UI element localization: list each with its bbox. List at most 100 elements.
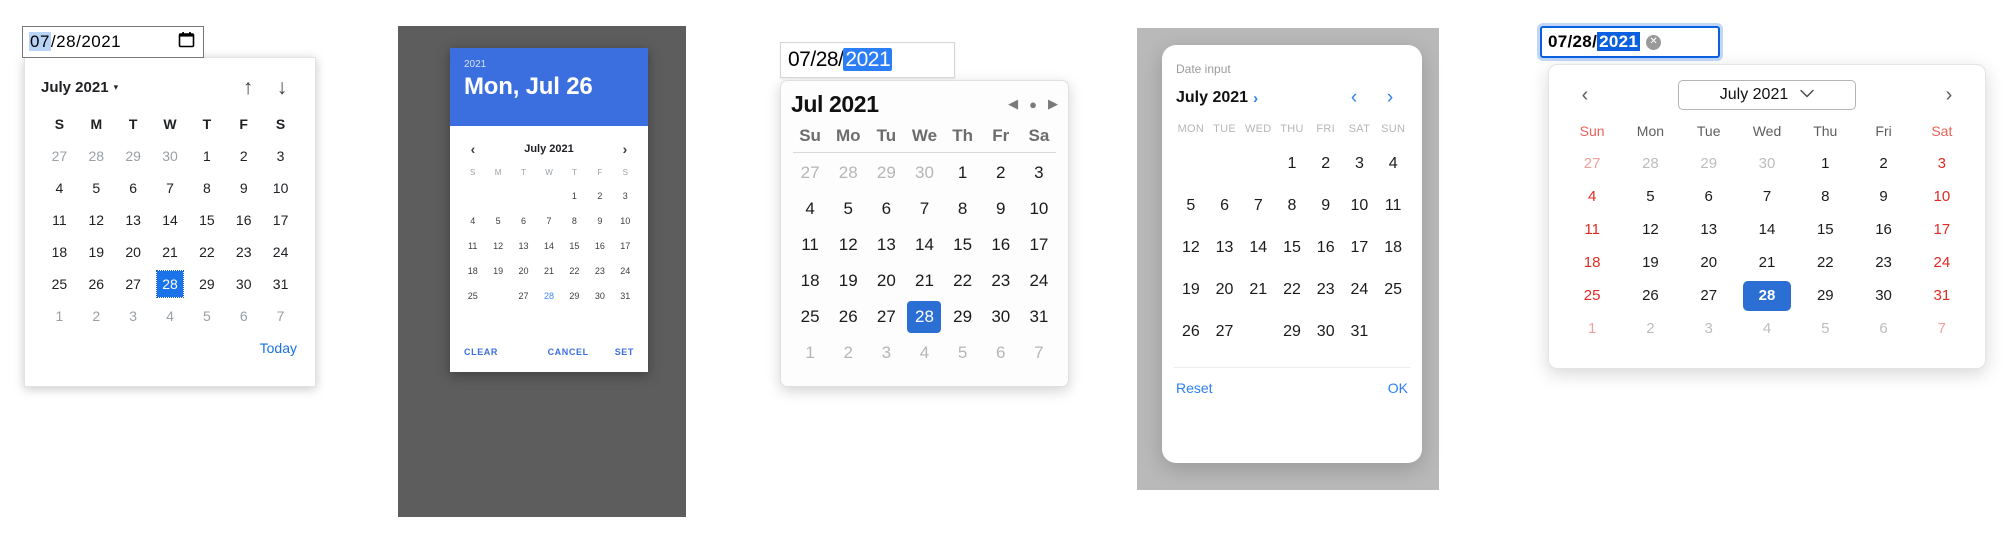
day-cell[interactable]: 2 xyxy=(225,140,262,172)
day-cell[interactable]: 10 xyxy=(262,172,299,204)
header-date-label[interactable]: Mon, Jul 26 xyxy=(464,72,634,102)
day-cell[interactable]: 3 xyxy=(1343,143,1377,185)
day-cell[interactable]: 9 xyxy=(982,191,1020,227)
prev-month-chevron-icon[interactable]: ‹ xyxy=(1563,84,1607,107)
day-cell[interactable]: 22 xyxy=(188,236,225,268)
day-cell[interactable]: 19 xyxy=(1174,269,1208,311)
prev-month-triangle-icon[interactable]: ◀ xyxy=(1008,96,1018,112)
day-cell[interactable]: 27 xyxy=(867,299,905,335)
date-segment-day[interactable]: 28 xyxy=(816,48,839,71)
day-cell[interactable]: 15 xyxy=(944,227,982,263)
day-cell[interactable]: 6 xyxy=(982,335,1020,371)
day-cell[interactable]: 22 xyxy=(562,259,587,284)
day-cell[interactable]: 27 xyxy=(1680,279,1738,312)
day-cell[interactable]: 18 xyxy=(1376,227,1410,269)
day-cell[interactable]: 3 xyxy=(115,300,152,332)
day-cell[interactable]: 5 xyxy=(188,300,225,332)
next-month-triangle-icon[interactable]: ▶ xyxy=(1048,96,1058,112)
day-cell[interactable]: 10 xyxy=(1343,185,1377,227)
day-cell[interactable]: 1 xyxy=(1275,143,1309,185)
day-cell[interactable]: 18 xyxy=(791,263,829,299)
day-cell[interactable]: 23 xyxy=(1309,269,1343,311)
day-cell[interactable]: 3 xyxy=(1680,312,1738,345)
day-cell[interactable]: 13 xyxy=(1208,227,1242,269)
next-month-chevron-icon[interactable]: › xyxy=(1927,84,1971,107)
day-cell[interactable]: 13 xyxy=(1680,213,1738,246)
day-cell[interactable]: 8 xyxy=(1796,180,1854,213)
day-cell[interactable]: 20 xyxy=(115,236,152,268)
day-cell[interactable]: 21 xyxy=(1241,269,1275,311)
day-cell-selected[interactable]: 28 xyxy=(905,299,943,335)
day-cell[interactable]: 31 xyxy=(262,268,299,300)
day-cell[interactable]: 28 xyxy=(78,140,115,172)
day-cell[interactable]: 29 xyxy=(1680,147,1738,180)
date-segment-month[interactable]: 07 xyxy=(29,32,51,51)
day-cell[interactable]: 29 xyxy=(1796,279,1854,312)
day-cell[interactable]: 14 xyxy=(1738,213,1796,246)
next-month-chevron-icon[interactable]: › xyxy=(1372,87,1408,109)
day-cell[interactable]: 27 xyxy=(115,268,152,300)
day-cell[interactable]: 31 xyxy=(1913,279,1971,312)
day-cell[interactable]: 19 xyxy=(1621,246,1679,279)
day-cell[interactable]: 7 xyxy=(905,191,943,227)
day-cell[interactable]: 25 xyxy=(1376,269,1410,311)
day-cell[interactable]: 30 xyxy=(587,284,612,309)
set-button[interactable]: SET xyxy=(615,347,634,357)
date-segment-month[interactable]: 07 xyxy=(1548,32,1568,51)
day-cell[interactable]: 12 xyxy=(829,227,867,263)
day-cell[interactable]: 9 xyxy=(1854,180,1912,213)
day-cell[interactable]: 1 xyxy=(1563,312,1621,345)
day-cell[interactable]: 12 xyxy=(1621,213,1679,246)
day-cell[interactable]: 27 xyxy=(1563,147,1621,180)
day-cell[interactable]: 27 xyxy=(791,155,829,191)
month-year-select[interactable]: July 2021 xyxy=(1678,80,1856,110)
day-cell[interactable]: 28 xyxy=(1621,147,1679,180)
date-segment-year[interactable]: 2021 xyxy=(81,32,121,51)
day-cell[interactable]: 8 xyxy=(1275,185,1309,227)
day-cell[interactable]: 19 xyxy=(78,236,115,268)
day-cell[interactable]: 30 xyxy=(1854,279,1912,312)
day-cell[interactable]: 11 xyxy=(791,227,829,263)
day-cell[interactable]: 5 xyxy=(1174,185,1208,227)
day-cell[interactable]: 6 xyxy=(1208,185,1242,227)
day-cell[interactable]: 5 xyxy=(485,209,510,234)
day-cell[interactable]: 14 xyxy=(1241,227,1275,269)
day-cell[interactable]: 29 xyxy=(562,284,587,309)
day-cell[interactable]: 8 xyxy=(944,191,982,227)
day-cell[interactable]: 4 xyxy=(1376,143,1410,185)
day-cell[interactable]: 4 xyxy=(41,172,78,204)
reset-button[interactable]: Reset xyxy=(1176,380,1213,396)
day-cell[interactable]: 21 xyxy=(1738,246,1796,279)
day-cell[interactable]: 22 xyxy=(1796,246,1854,279)
day-cell[interactable]: 4 xyxy=(1738,312,1796,345)
date-segment-year[interactable]: 2021 xyxy=(1597,32,1641,51)
today-button[interactable]: Today xyxy=(41,340,299,356)
header-year-label[interactable]: 2021 xyxy=(464,58,634,72)
day-cell[interactable]: 21 xyxy=(905,263,943,299)
day-cell[interactable]: 1 xyxy=(562,184,587,209)
day-cell[interactable]: 3 xyxy=(262,140,299,172)
day-cell[interactable]: 5 xyxy=(829,191,867,227)
date-segment-year[interactable]: 2021 xyxy=(843,48,893,71)
day-cell[interactable]: 14 xyxy=(152,204,189,236)
day-cell[interactable]: 12 xyxy=(78,204,115,236)
day-cell[interactable]: 19 xyxy=(829,263,867,299)
day-cell[interactable]: 3 xyxy=(613,184,638,209)
day-cell[interactable]: 4 xyxy=(905,335,943,371)
day-cell-selected[interactable]: 26 xyxy=(485,284,510,309)
day-cell[interactable]: 26 xyxy=(78,268,115,300)
month-year-label[interactable]: July 2021 xyxy=(41,79,109,96)
day-cell[interactable]: 1 xyxy=(944,155,982,191)
day-cell[interactable]: 31 xyxy=(1343,311,1377,353)
next-month-chevron-icon[interactable]: › xyxy=(616,141,634,157)
day-cell[interactable]: 30 xyxy=(225,268,262,300)
day-cell[interactable]: 7 xyxy=(262,300,299,332)
day-cell[interactable]: 7 xyxy=(1020,335,1058,371)
day-cell[interactable]: 2 xyxy=(78,300,115,332)
day-cell[interactable]: 4 xyxy=(791,191,829,227)
day-cell[interactable]: 27 xyxy=(511,284,536,309)
day-cell[interactable]: 28 xyxy=(536,284,561,309)
day-cell[interactable]: 3 xyxy=(867,335,905,371)
day-cell[interactable]: 27 xyxy=(1208,311,1242,353)
day-cell[interactable]: 29 xyxy=(1275,311,1309,353)
